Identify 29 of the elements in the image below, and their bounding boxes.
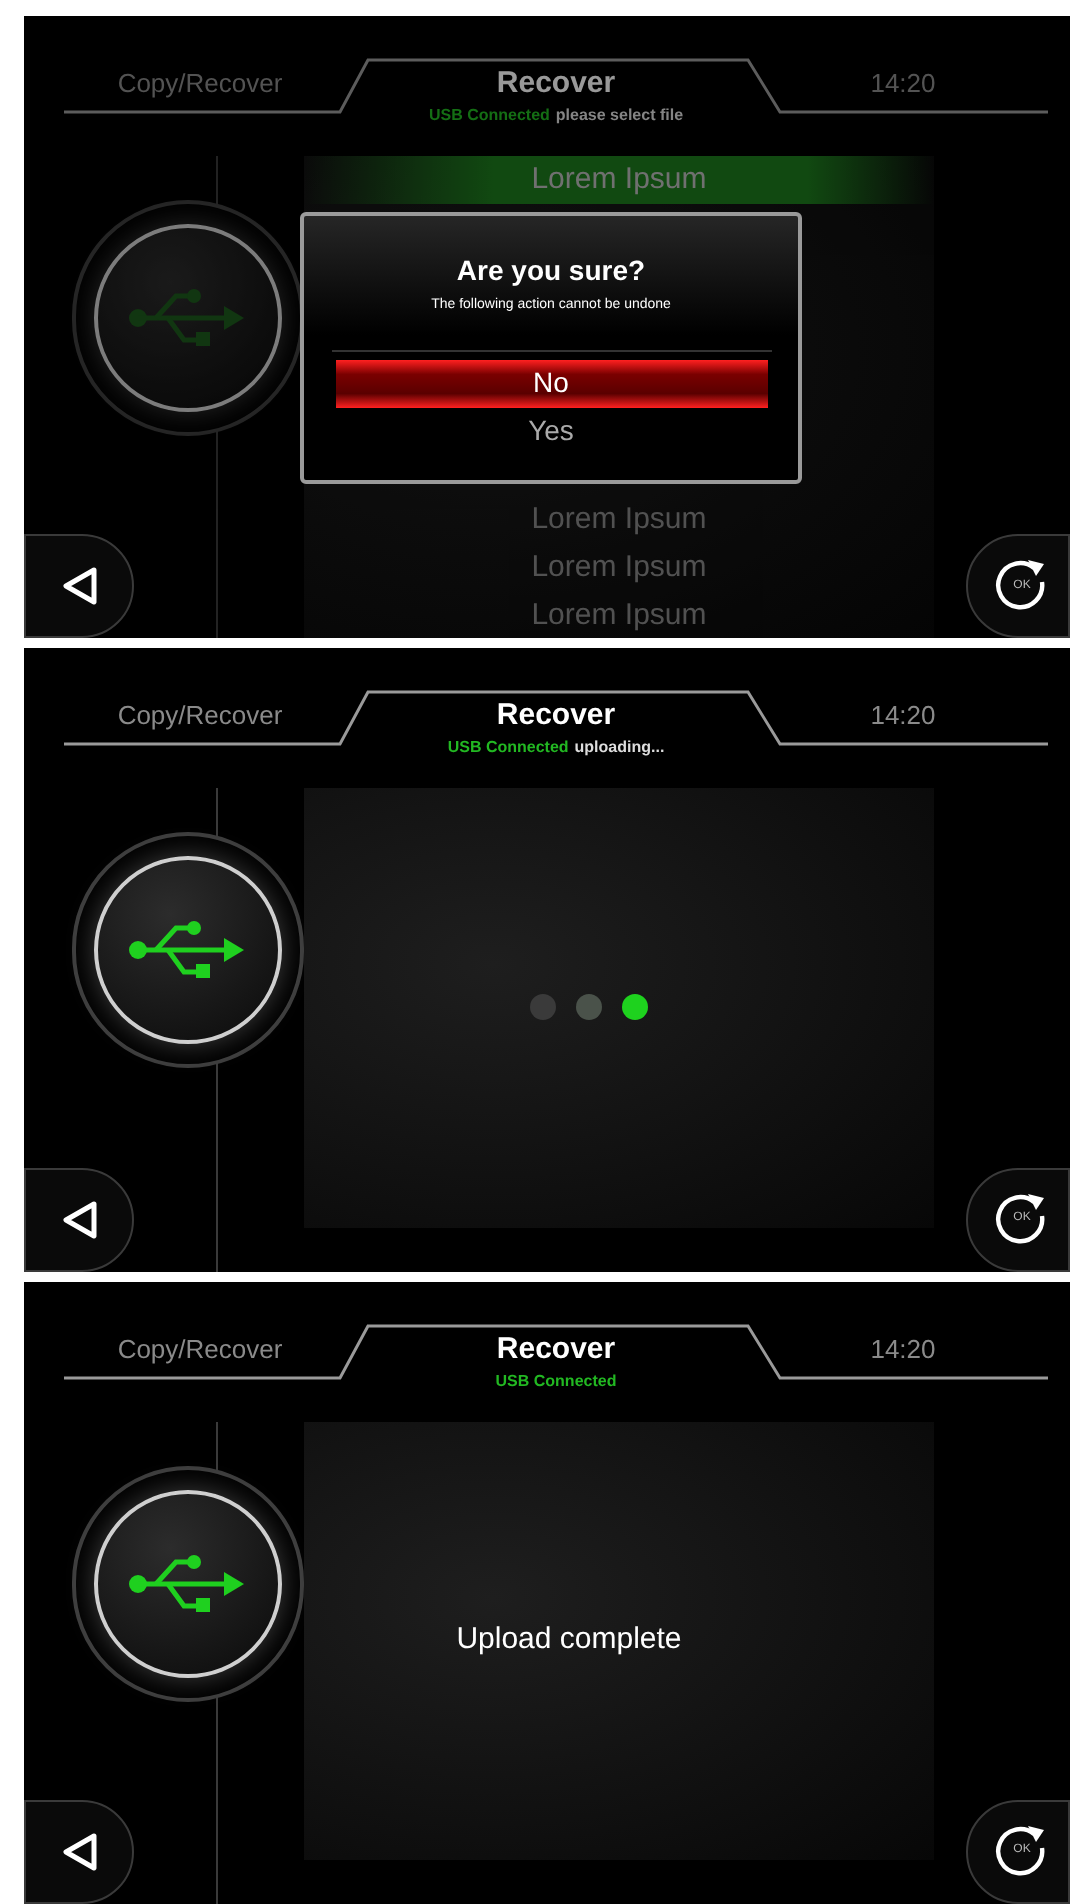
section-label: Copy/Recover: [117, 698, 283, 735]
clock-time: 14:20: [870, 1331, 936, 1368]
status-message: uploading...: [574, 740, 665, 757]
dialog-title: Are you sure?: [456, 256, 646, 284]
refresh-icon: [994, 1191, 1050, 1248]
back-triangle-icon: [61, 1831, 97, 1872]
upload-message: Upload complete: [456, 1620, 682, 1661]
screen-title: Recover: [496, 68, 616, 98]
usb-button[interactable]: [94, 1489, 282, 1678]
back-button[interactable]: [24, 534, 134, 639]
dialog-option[interactable]: Yes: [335, 407, 767, 455]
screen-title: Recover: [496, 700, 616, 731]
clock-time: 14:20: [870, 698, 936, 735]
back-triangle-icon: [61, 1199, 97, 1240]
status-message: please select file: [555, 108, 684, 124]
usb-button[interactable]: [94, 856, 282, 1045]
section-label: Copy/Recover: [117, 1331, 283, 1368]
refresh-icon: [994, 1823, 1050, 1880]
back-button[interactable]: [24, 1799, 134, 1904]
usb-status: USB Connected: [428, 108, 550, 124]
refresh-icon: [994, 558, 1050, 615]
dialog-option[interactable]: No: [335, 359, 767, 407]
clock-time: 14:20: [870, 66, 936, 102]
usb-status: USB Connected: [495, 1373, 617, 1390]
screen-title: Recover: [496, 1333, 616, 1364]
back-button[interactable]: [24, 1167, 134, 1272]
usb-status: USB Connected: [447, 740, 569, 757]
back-triangle-icon: [61, 566, 97, 607]
section-label: Copy/Recover: [117, 66, 283, 102]
